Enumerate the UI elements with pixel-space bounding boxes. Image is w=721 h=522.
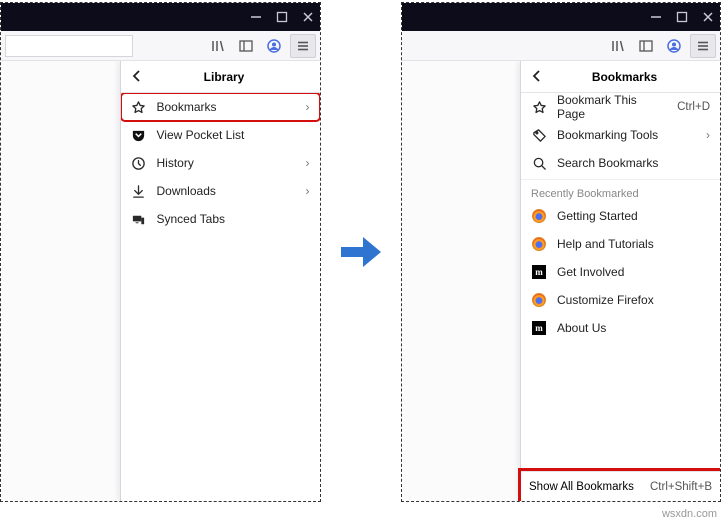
menu-item-label: Bookmarking Tools xyxy=(557,128,696,142)
menu-item-synced-tabs[interactable]: Synced Tabs xyxy=(121,205,320,233)
menu-item-label: Synced Tabs xyxy=(157,212,310,226)
tag-icon xyxy=(531,128,547,143)
menu-item-label: Bookmarks xyxy=(157,100,296,114)
titlebar xyxy=(1,3,320,31)
back-icon[interactable] xyxy=(129,69,145,85)
synced-icon xyxy=(131,212,147,227)
chevron-right-icon: › xyxy=(306,156,310,170)
menu-item-downloads[interactable]: Downloads › xyxy=(121,177,320,205)
panel-title: Bookmarks xyxy=(553,70,712,84)
hamburger-menu-button[interactable] xyxy=(290,34,316,58)
footer-shortcut: Ctrl+Shift+B xyxy=(650,481,712,493)
bookmark-label: Get Involved xyxy=(557,265,710,279)
browser-window-right: Bookmarks Bookmark This PageCtrl+DBookma… xyxy=(401,2,721,502)
content-area: Bookmarks Bookmark This PageCtrl+DBookma… xyxy=(402,61,721,501)
star-outline-icon xyxy=(531,100,547,115)
shortcut-label: Ctrl+D xyxy=(677,101,710,113)
clock-icon xyxy=(131,156,147,171)
back-icon[interactable] xyxy=(529,69,545,85)
recently-bookmarked-heading: Recently Bookmarked xyxy=(521,182,720,202)
account-icon[interactable] xyxy=(262,34,286,58)
toolbar xyxy=(402,31,721,61)
firefox-favicon xyxy=(532,209,546,223)
titlebar xyxy=(402,3,721,31)
panel-title: Library xyxy=(153,70,312,84)
maximize-button[interactable] xyxy=(676,11,688,23)
menu-item-label: Search Bookmarks xyxy=(557,156,710,170)
star-outline-icon xyxy=(131,100,147,115)
bookmark-item[interactable]: Getting Started xyxy=(521,202,720,230)
minimize-button[interactable] xyxy=(250,11,262,23)
library-icon[interactable] xyxy=(206,34,230,58)
menu-item-label: View Pocket List xyxy=(157,128,310,142)
bookmarks-panel: Bookmarks Bookmark This PageCtrl+DBookma… xyxy=(520,61,720,501)
menu-item-history[interactable]: History › xyxy=(121,149,320,177)
library-panel: Library Bookmarks › View Pocket List Histor… xyxy=(120,61,320,501)
bookmark-label: Getting Started xyxy=(557,209,710,223)
panel-body: Bookmarks›View Pocket ListHistory›Downlo… xyxy=(121,93,320,501)
bookmark-item[interactable]: Customize Firefox xyxy=(521,286,720,314)
account-icon[interactable] xyxy=(662,34,686,58)
close-button[interactable] xyxy=(702,11,714,23)
sidebar-icon[interactable] xyxy=(234,34,258,58)
arrow-indicator xyxy=(341,2,381,502)
search-icon xyxy=(531,156,547,171)
minimize-button[interactable] xyxy=(650,11,662,23)
pocket-icon xyxy=(131,128,147,143)
browser-window-left: Library Bookmarks › View Pocket List Histor… xyxy=(0,2,321,502)
bookmark-label: Customize Firefox xyxy=(557,293,710,307)
hamburger-menu-button[interactable] xyxy=(690,34,716,58)
panel-header: Bookmarks xyxy=(521,61,720,93)
bookmark-label: About Us xyxy=(557,321,710,335)
menu-item-view-pocket-list[interactable]: View Pocket List xyxy=(121,121,320,149)
library-icon[interactable] xyxy=(606,34,630,58)
firefox-favicon xyxy=(532,293,546,307)
close-button[interactable] xyxy=(302,11,314,23)
sidebar-icon[interactable] xyxy=(634,34,658,58)
panel-body: Bookmark This Page Ctrl+D Bookmarking Tool… xyxy=(521,93,720,471)
toolbar xyxy=(1,31,320,61)
mozilla-favicon: m xyxy=(532,265,546,279)
menu-item-bookmark-this-page[interactable]: Bookmark This Page Ctrl+D xyxy=(521,93,720,121)
footer-label: Show All Bookmarks xyxy=(529,481,634,493)
menu-item-bookmarking-tools[interactable]: Bookmarking Tools › xyxy=(521,121,720,149)
content-area: Library Bookmarks › View Pocket List Histor… xyxy=(1,61,320,501)
menu-item-label: Downloads xyxy=(157,184,296,198)
download-icon xyxy=(131,184,147,199)
mozilla-favicon: m xyxy=(532,321,546,335)
url-input[interactable] xyxy=(5,35,133,57)
chevron-right-icon: › xyxy=(306,100,310,114)
bookmark-item[interactable]: m Get Involved xyxy=(521,258,720,286)
menu-item-bookmarks[interactable]: Bookmarks › xyxy=(121,93,320,121)
menu-item-label: History xyxy=(157,156,296,170)
chevron-right-icon: › xyxy=(706,128,710,142)
chevron-right-icon: › xyxy=(306,184,310,198)
menu-item-label: Bookmark This Page xyxy=(557,93,667,121)
show-all-bookmarks[interactable]: Show All Bookmarks Ctrl+Shift+B xyxy=(521,471,720,501)
panel-header: Library xyxy=(121,61,320,93)
bookmark-item[interactable]: Help and Tutorials xyxy=(521,230,720,258)
bookmark-item[interactable]: m About Us xyxy=(521,314,720,342)
firefox-favicon xyxy=(532,237,546,251)
bookmark-label: Help and Tutorials xyxy=(557,237,710,251)
menu-item-search-bookmarks[interactable]: Search Bookmarks xyxy=(521,149,720,177)
maximize-button[interactable] xyxy=(276,11,288,23)
watermark: wsxdn.com xyxy=(662,508,717,520)
